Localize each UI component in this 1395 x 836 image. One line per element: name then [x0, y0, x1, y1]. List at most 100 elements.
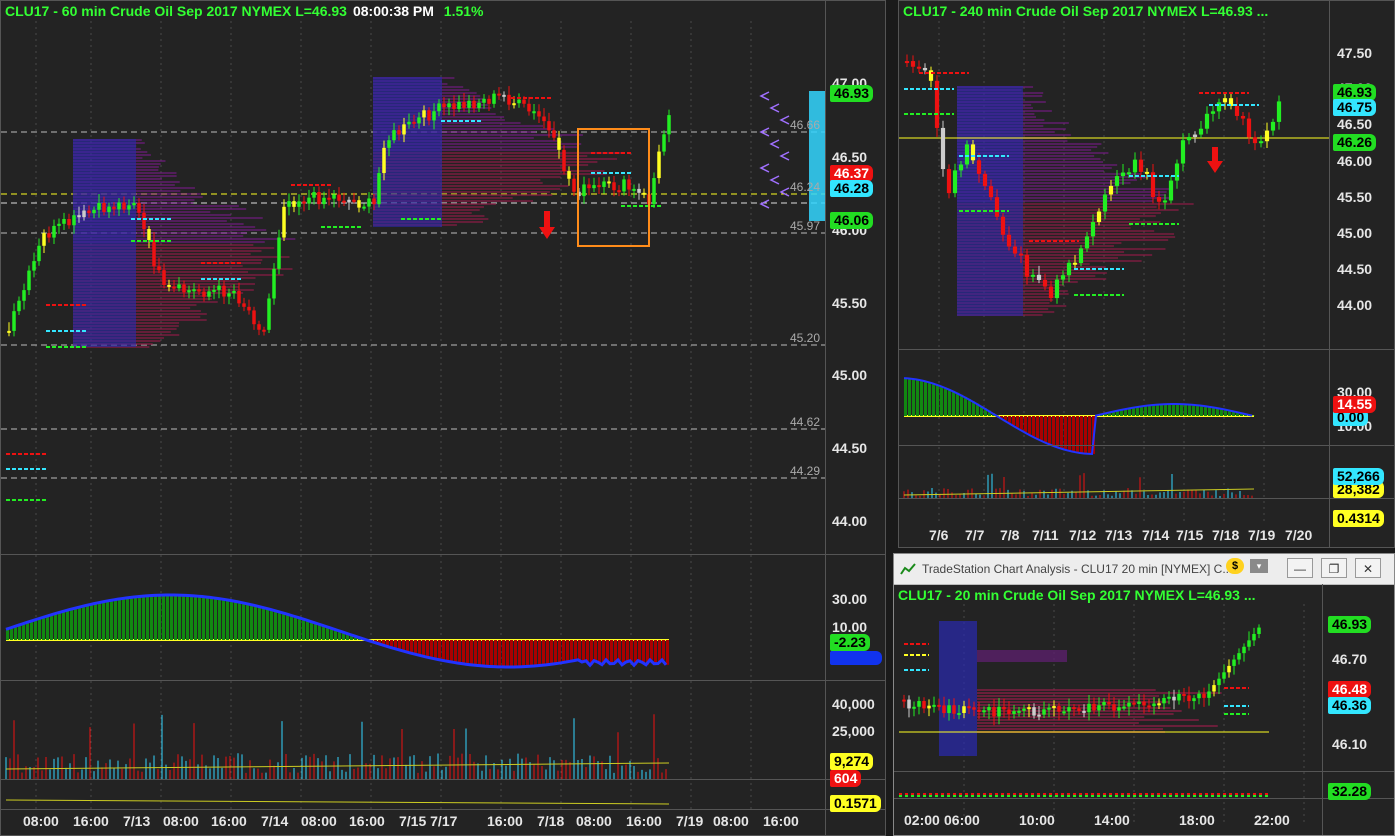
osc-tag-red: 14.55 — [1333, 396, 1377, 413]
price-candle — [1172, 696, 1176, 701]
histogram-bar — [474, 640, 477, 666]
time-axis-label: 7/12 — [1069, 527, 1097, 543]
histogram-bar — [578, 640, 581, 660]
histogram-bar — [486, 640, 489, 667]
histogram-bar — [1036, 416, 1039, 439]
histogram-bar — [130, 597, 133, 640]
price-candle — [967, 706, 971, 709]
price-candle — [382, 147, 386, 174]
price-candle — [152, 240, 156, 267]
histogram-bar — [10, 627, 13, 640]
histogram-bar — [274, 610, 277, 640]
chart-240min[interactable]: CLU17 - 240 min Crude Oil Sep 2017 NYMEX… — [898, 0, 1395, 548]
chart-60min[interactable]: CLU17 - 60 min Crude Oil Sep 2017 NYMEX … — [0, 0, 886, 836]
histogram-bar — [202, 596, 205, 640]
price-candle — [662, 134, 666, 152]
price-candle — [312, 192, 316, 198]
price-candle — [917, 701, 921, 707]
dollar-icon[interactable]: $ — [1226, 558, 1244, 574]
histogram-bar — [948, 389, 951, 416]
histogram-bar — [466, 640, 469, 665]
histogram-bar — [662, 640, 665, 660]
histogram-bar — [498, 640, 501, 667]
histogram-bar — [1076, 416, 1079, 453]
price-candle — [1090, 222, 1096, 237]
price-candle — [472, 100, 476, 109]
histogram-bar — [908, 378, 911, 416]
chevron-icon — [769, 103, 780, 113]
price-candle — [27, 270, 31, 291]
histogram-bar — [214, 597, 217, 640]
time-axis-label: 16:00 — [349, 813, 385, 829]
window-titlebar[interactable]: TradeStation Chart Analysis - CLU17 20 m… — [894, 554, 1394, 585]
price-candle — [177, 284, 181, 289]
histogram-bar — [54, 613, 57, 640]
price-candle — [112, 206, 116, 210]
price-candle — [1108, 185, 1114, 195]
price-candle — [17, 300, 21, 312]
price-candle — [1006, 234, 1012, 247]
price-candle — [572, 178, 576, 192]
price-candle — [77, 215, 81, 218]
histogram-bar — [166, 595, 169, 640]
price-candle — [432, 111, 436, 121]
price-candle — [937, 704, 941, 707]
histogram-bar — [574, 640, 577, 661]
price-candle — [652, 178, 656, 205]
price-candle — [958, 164, 964, 171]
price-candle — [162, 270, 166, 285]
price-label: 44.00 — [832, 513, 868, 529]
dropdown-icon[interactable]: ▾ — [1250, 559, 1268, 573]
minimize-button[interactable]: — — [1287, 558, 1313, 578]
histogram-bar — [110, 600, 113, 640]
histogram-bar — [42, 617, 45, 640]
time-axis-label: 18:00 — [1179, 812, 1215, 828]
histogram-bar — [402, 640, 405, 651]
chart-240min-plot[interactable] — [899, 1, 1395, 548]
price-candle — [447, 103, 451, 108]
price-candle — [1252, 633, 1256, 641]
histogram-bar — [626, 640, 629, 663]
histogram-bar — [30, 621, 33, 640]
histogram-bar — [174, 595, 177, 640]
histogram-bar — [1008, 416, 1011, 423]
histogram-bar — [1012, 416, 1015, 426]
histogram-bar — [546, 640, 549, 665]
histogram-bar — [118, 599, 121, 640]
window-title: TradeStation Chart Analysis - CLU17 20 m… — [922, 562, 1233, 576]
last-price-tag: 46.93 — [1328, 616, 1372, 633]
price-candle — [1107, 702, 1111, 705]
close-button[interactable]: ✕ — [1355, 558, 1381, 578]
histogram-bar — [170, 595, 173, 640]
time-axis-label: 16:00 — [211, 813, 247, 829]
price-candle — [32, 261, 36, 271]
price-candle — [47, 233, 51, 238]
price-candle — [1187, 695, 1191, 702]
price-candle — [1066, 262, 1072, 276]
price-candle — [1047, 707, 1051, 710]
chart-60min-plot[interactable] — [1, 1, 886, 836]
price-candle — [642, 192, 646, 195]
histogram-bar — [550, 640, 553, 665]
histogram-bar — [26, 622, 29, 640]
price-candle — [1147, 705, 1151, 708]
price-candle — [942, 705, 946, 714]
histogram-bar — [262, 607, 265, 640]
time-axis-label: 7/14 — [1142, 527, 1170, 543]
histogram-bar — [206, 596, 209, 640]
price-label: 46.70 — [1332, 651, 1368, 667]
histogram-bar — [246, 603, 249, 640]
histogram-bar — [1052, 416, 1055, 446]
histogram-bar — [250, 604, 253, 640]
price-candle — [1152, 703, 1156, 707]
price-candle — [532, 111, 536, 114]
price-candle — [462, 101, 466, 108]
price-candle — [512, 103, 516, 106]
price-candle — [972, 707, 976, 710]
price-candle — [1167, 696, 1171, 699]
down-arrow-icon — [539, 211, 555, 239]
price-candle — [1120, 172, 1126, 177]
histogram-bar — [912, 378, 915, 416]
chart-20min-window[interactable]: TradeStation Chart Analysis - CLU17 20 m… — [893, 553, 1395, 836]
restore-button[interactable]: ❐ — [1321, 558, 1347, 578]
